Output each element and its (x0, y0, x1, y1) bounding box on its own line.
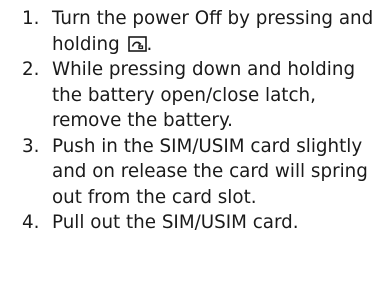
step-item: 3. Push in the SIM/USIM card slightly an… (22, 134, 376, 211)
step-item: 4. Pull out the SIM/USIM card. (22, 210, 376, 236)
step-text-end: . (146, 33, 153, 55)
instruction-steps-list: 1. Turn the power Off by pressing and ho… (22, 6, 376, 236)
step-text: Push in the SIM/USIM card slightly and o… (52, 135, 368, 208)
step-text: Pull out the SIM/USIM card. (52, 212, 299, 233)
step-number: 4. (22, 212, 40, 233)
step-text: While pressing down and holding the batt… (52, 59, 356, 131)
step-number: 2. (22, 59, 40, 80)
step-item: 1. Turn the power Off by pressing and ho… (22, 6, 376, 57)
step-text: Turn the power Off by pressing and holdi… (52, 8, 374, 55)
step-number: 1. (22, 8, 40, 29)
step-item: 2. While pressing down and holding the b… (22, 57, 376, 134)
power-key-icon (127, 35, 147, 52)
instruction-page: 1. Turn the power Off by pressing and ho… (0, 0, 379, 308)
step-number: 3. (22, 135, 40, 157)
